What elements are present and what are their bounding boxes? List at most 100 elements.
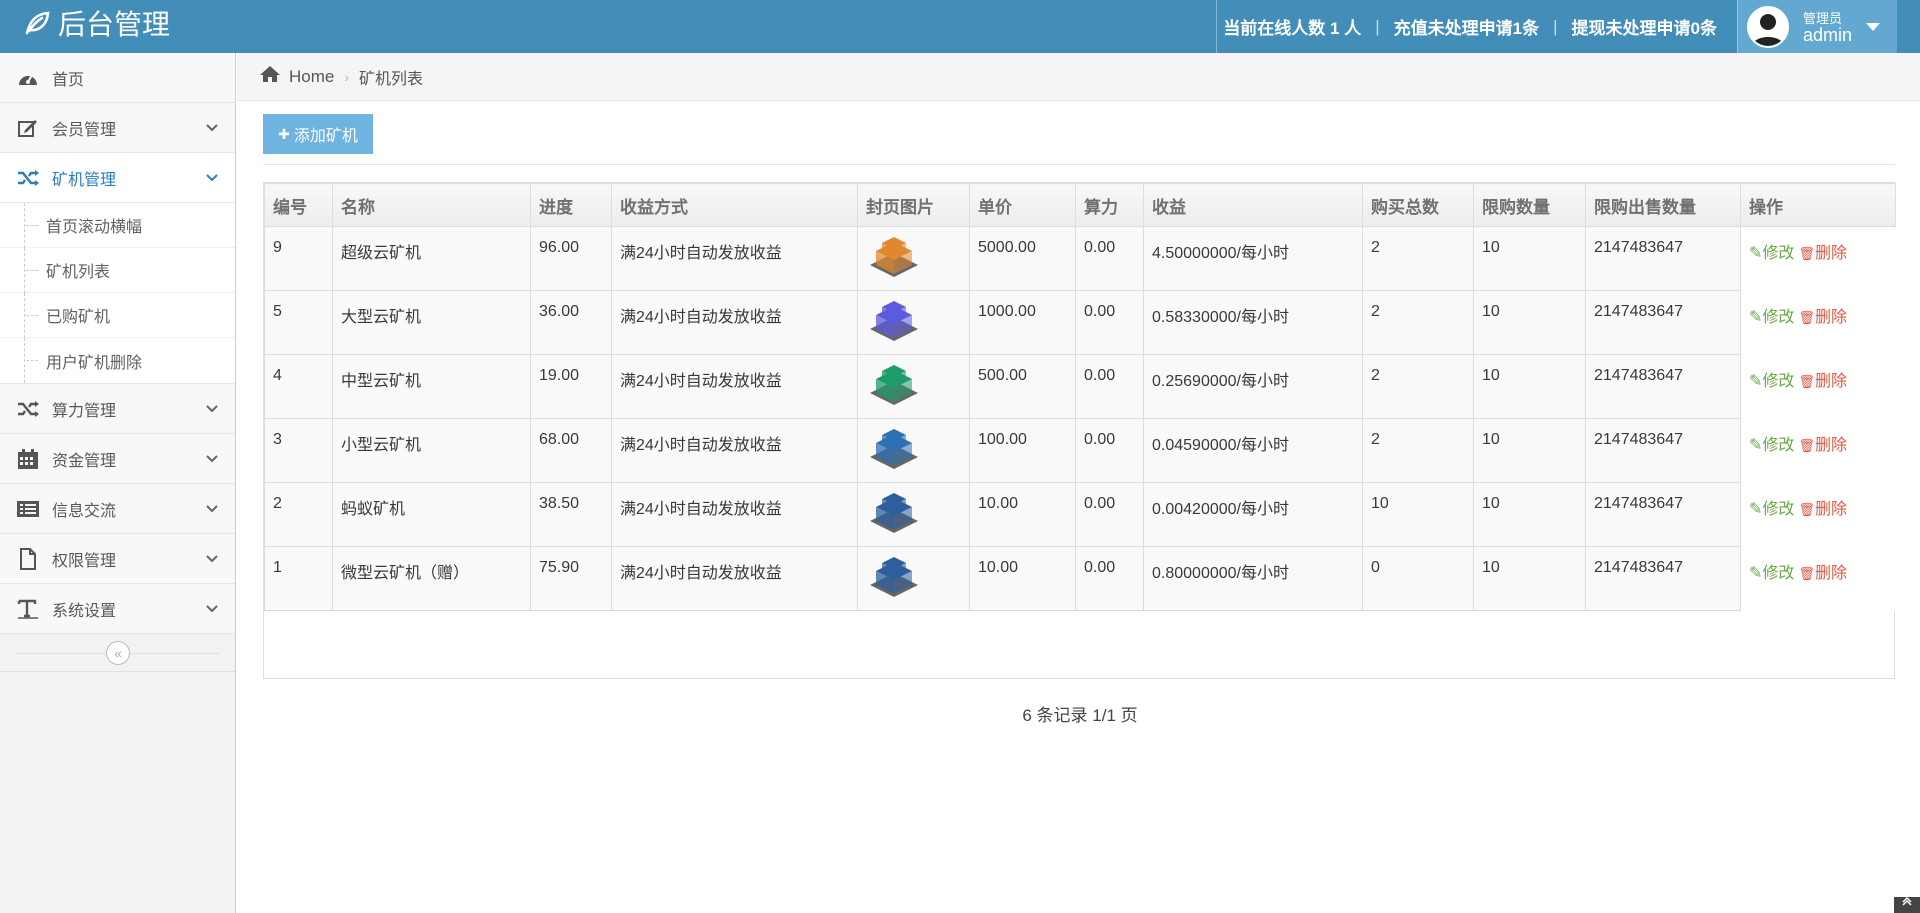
table-row: 2 蚂蚁矿机 38.50 满24小时自动发放收益 10.00 0.00 0.00420000… xyxy=(264,482,1896,547)
cell-sell-limit: 2147483647 xyxy=(1585,290,1741,355)
submenu-item-label: 用户矿机删除 xyxy=(46,354,143,372)
delete-link[interactable]: 🗑删除 xyxy=(1798,309,1847,326)
column-header: 封页图片 xyxy=(857,183,970,227)
sidebar-item-messages[interactable]: 信息交流 xyxy=(0,484,235,534)
edit-link[interactable]: ✎修改 xyxy=(1749,565,1794,582)
miner-cover-image xyxy=(870,493,918,533)
cell-limit: 10 xyxy=(1473,546,1586,611)
file-icon xyxy=(14,547,42,570)
sidebar-collapse: « xyxy=(0,634,235,672)
cover-image-cell xyxy=(857,354,970,419)
row-actions: ✎修改 🗑删除 xyxy=(1740,546,1896,611)
double-angle-left-icon[interactable]: « xyxy=(106,641,130,665)
cell-total: 2 xyxy=(1362,354,1474,419)
edit-link[interactable]: ✎修改 xyxy=(1749,245,1794,262)
edit-label: 修改 xyxy=(1762,564,1795,582)
cell-name: 中型云矿机 xyxy=(332,354,531,419)
user-menu[interactable]: 管理员 admin xyxy=(1737,0,1897,53)
cell-name: 超级云矿机 xyxy=(332,226,531,291)
recharge-pending[interactable]: 充值未处理申请1条 xyxy=(1394,14,1553,39)
cell-progress: 38.50 xyxy=(530,482,612,547)
cell-limit: 10 xyxy=(1473,226,1586,291)
divider xyxy=(263,164,1895,165)
sidebar-item-home[interactable]: 首页 xyxy=(0,53,235,103)
edit-link[interactable]: ✎修改 xyxy=(1749,309,1794,326)
edit-link[interactable]: ✎修改 xyxy=(1749,373,1794,390)
cell-total: 2 xyxy=(1362,290,1474,355)
cell-power: 0.00 xyxy=(1075,226,1144,291)
delete-link[interactable]: 🗑删除 xyxy=(1798,245,1847,262)
breadcrumb-home[interactable]: Home xyxy=(289,67,334,87)
sidebar-item-funds[interactable]: 资金管理 xyxy=(0,434,235,484)
cell-price: 10.00 xyxy=(969,482,1076,547)
user-name: admin xyxy=(1803,24,1853,45)
cell-sell-limit: 2147483647 xyxy=(1585,546,1741,611)
separator: | xyxy=(1375,16,1380,36)
sidebar-item-label: 首页 xyxy=(52,71,85,89)
sidebar-item-miners[interactable]: 矿机管理 xyxy=(0,153,235,203)
cell-price: 500.00 xyxy=(969,354,1076,419)
cover-image-cell xyxy=(857,482,970,547)
list-icon xyxy=(14,500,42,518)
cell-income: 0.80000000/每小时 xyxy=(1143,546,1363,611)
cover-image-cell xyxy=(857,226,970,291)
edit-label: 修改 xyxy=(1762,372,1795,390)
delete-link[interactable]: 🗑删除 xyxy=(1798,373,1847,390)
calendar-icon xyxy=(14,448,42,470)
avatar xyxy=(1747,5,1789,48)
miner-cover-image xyxy=(870,365,918,405)
chevron-down-icon xyxy=(205,601,219,619)
edit-link[interactable]: ✎修改 xyxy=(1749,501,1794,518)
cell-method: 满24小时自动发放收益 xyxy=(611,226,858,291)
delete-link[interactable]: 🗑删除 xyxy=(1798,501,1847,518)
home-icon[interactable] xyxy=(259,65,281,88)
cell-sell-limit: 2147483647 xyxy=(1585,226,1741,291)
trash-icon: 🗑 xyxy=(1798,565,1815,581)
cell-price: 100.00 xyxy=(969,418,1076,483)
cell-progress: 36.00 xyxy=(530,290,612,355)
online-count[interactable]: 当前在线人数 1 人 xyxy=(1223,14,1375,39)
miner-cover-image xyxy=(870,237,918,277)
sidebar-item-permissions[interactable]: 权限管理 xyxy=(0,534,235,584)
delete-link[interactable]: 🗑删除 xyxy=(1798,437,1847,454)
pencil-icon: ✎ xyxy=(1749,564,1763,582)
submenu-item-user-delete[interactable]: 用户矿机删除 xyxy=(0,338,235,383)
cell-total: 10 xyxy=(1362,482,1474,547)
submenu-item-miner-list[interactable]: 矿机列表 xyxy=(0,248,235,293)
table-row: 5 大型云矿机 36.00 满24小时自动发放收益 1000.00 0.00 0.58330… xyxy=(264,290,1896,355)
dashboard-icon xyxy=(14,69,42,87)
trash-icon: 🗑 xyxy=(1798,373,1815,389)
cell-total: 0 xyxy=(1362,546,1474,611)
column-header: 进度 xyxy=(530,183,612,227)
table-row: 1 微型云矿机（赠） 75.90 满24小时自动发放收益 10.00 0.00 0.8000… xyxy=(264,546,1896,611)
cell-progress: 19.00 xyxy=(530,354,612,419)
delete-label: 删除 xyxy=(1814,436,1847,454)
cell-method: 满24小时自动发放收益 xyxy=(611,418,858,483)
delete-link[interactable]: 🗑删除 xyxy=(1798,565,1847,582)
cell-price: 5000.00 xyxy=(969,226,1076,291)
cell-sell-limit: 2147483647 xyxy=(1585,482,1741,547)
edit-label: 修改 xyxy=(1762,500,1795,518)
add-miner-button[interactable]: ✚ 添加矿机 xyxy=(263,114,373,154)
chevron-down-icon xyxy=(205,120,219,138)
random-icon xyxy=(14,169,42,187)
trash-icon: 🗑 xyxy=(1798,437,1815,453)
brand[interactable]: 后台管理 xyxy=(24,0,170,45)
submenu-item-purchased[interactable]: 已购矿机 xyxy=(0,293,235,338)
row-actions: ✎修改 🗑删除 xyxy=(1740,482,1896,547)
plus-icon: ✚ xyxy=(278,125,290,142)
sidebar: 首页 会员管理 矿机管理 首页滚动横幅 矿机列表 已购矿机 用户矿机删除 算力管… xyxy=(0,53,236,913)
table-header-row: 编号 名称 进度 收益方式 封页图片 单价 算力 收益 购买总数 限购数量 限购出售数量 操作 xyxy=(264,183,1896,227)
submenu-item-banner[interactable]: 首页滚动横幅 xyxy=(0,203,235,248)
sidebar-item-settings[interactable]: 系统设置 xyxy=(0,584,235,634)
cell-method: 满24小时自动发放收益 xyxy=(611,290,858,355)
sidebar-item-members[interactable]: 会员管理 xyxy=(0,103,235,153)
sidebar-item-power[interactable]: 算力管理 xyxy=(0,384,235,434)
withdraw-pending[interactable]: 提现未处理申请0条 xyxy=(1572,14,1731,39)
cell-id: 2 xyxy=(264,482,333,547)
cell-id: 9 xyxy=(264,226,333,291)
cell-method: 满24小时自动发放收益 xyxy=(611,546,858,611)
table-row: 9 超级云矿机 96.00 满24小时自动发放收益 5000.00 0.00 4.50000… xyxy=(264,226,1896,291)
scroll-top-button[interactable] xyxy=(1894,896,1920,913)
edit-link[interactable]: ✎修改 xyxy=(1749,437,1794,454)
